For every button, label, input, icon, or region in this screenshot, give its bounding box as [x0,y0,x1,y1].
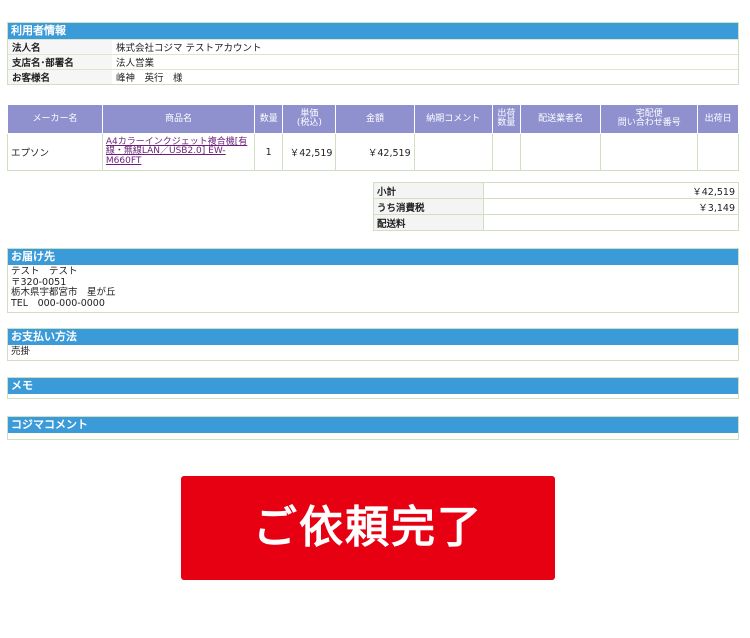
user-info-row: 法人名 株式会社コジマ テストアカウント [8,39,738,55]
totals-row: 配送料 [373,214,739,231]
shipping-fee-value [483,214,739,231]
order-table: メーカー名 商品名 数量 単価 (税込) 金額 納期コメント 出荷 数量 配送業… [7,104,739,171]
memo-body [8,394,738,398]
col-header-delivery-comment: 納期コメント [413,104,493,134]
totals-table: 小計 ￥42,519 うち消費税 ￥3,149 配送料 [373,182,739,231]
payment-title: お支払い方法 [8,329,738,345]
col-header-maker: メーカー名 [7,104,103,134]
delivery-postal-code: 〒320-0051 [11,276,67,288]
kojima-comment-body [8,433,738,439]
branch-value: 法人営業 [112,54,738,70]
col-header-tracking: 宅配便 問い合わせ番号 [600,104,699,134]
amount-cell: ￥42,519 [335,133,415,171]
quantity-cell: 1 [254,133,284,171]
branch-label: 支店名･部署名 [8,54,112,70]
kojima-comment-title: コジマコメント [8,417,738,433]
subtotal-value: ￥42,519 [483,182,739,199]
order-table-header-row: メーカー名 商品名 数量 単価 (税込) 金額 納期コメント 出荷 数量 配送業… [7,104,739,134]
shipped-qty-cell [491,133,521,171]
tax-label: うち消費税 [373,198,484,215]
delivery-address-line: 栃木県宇都宮市 星が丘 [11,287,116,298]
memo-section: メモ [7,377,739,399]
customer-label: お客様名 [8,69,112,84]
memo-title: メモ [8,378,738,394]
tax-value: ￥3,149 [483,198,739,215]
delivery-section: お届け先 テスト テスト 〒320-0051 栃木県宇都宮市 星が丘 TEL 0… [7,248,739,313]
delivery-title: お届け先 [8,249,738,265]
totals-row: 小計 ￥42,519 [373,182,739,199]
user-info-row: お客様名 峰神 英行 様 [8,69,738,84]
col-header-quantity: 数量 [254,104,284,134]
col-header-shipped-qty: 出荷 数量 [491,104,521,134]
subtotal-label: 小計 [373,182,484,199]
payment-method: 売掛 [11,346,31,357]
delivery-name: テスト テスト [11,266,78,277]
maker-cell: エプソン [7,133,103,171]
delivery-comment-cell [413,133,493,171]
company-value: 株式会社コジマ テストアカウント [112,39,738,55]
totals-row: うち消費税 ￥3,149 [373,198,739,215]
carrier-cell [519,133,602,171]
delivery-address: テスト テスト 〒320-0051 栃木県宇都宮市 星が丘 TEL 000-00… [8,265,738,312]
ship-date-cell [697,133,739,171]
kojima-comment-section: コジマコメント [7,416,739,440]
customer-value: 峰神 英行 様 [112,69,738,84]
table-row: エプソン A4カラーインクジェット複合機[有線・無線LAN／USB2.0] EW… [7,133,739,171]
col-header-amount: 金額 [335,104,415,134]
user-info-row: 支店名･部署名 法人営業 [8,54,738,70]
delivery-phone: TEL 000-000-0000 [11,297,105,309]
user-info-section: 利用者情報 法人名 株式会社コジマ テストアカウント 支店名･部署名 法人営業 … [7,22,739,85]
user-info-table: 法人名 株式会社コジマ テストアカウント 支店名･部署名 法人営業 お客様名 峰… [8,39,738,84]
product-link[interactable]: A4カラーインクジェット複合機[有線・無線LAN／USB2.0] EW-M660… [106,137,251,167]
payment-section: お支払い方法 売掛 [7,328,739,361]
col-header-product: 商品名 [101,104,256,134]
col-header-carrier: 配送業者名 [519,104,602,134]
shipping-fee-label: 配送料 [373,214,484,231]
request-complete-button[interactable]: ご依頼完了 [181,476,555,580]
user-info-title: 利用者情報 [8,23,738,39]
product-cell: A4カラーインクジェット複合機[有線・無線LAN／USB2.0] EW-M660… [101,133,256,171]
unit-price-cell: ￥42,519 [282,133,337,171]
tracking-cell [600,133,699,171]
col-header-unit-price: 単価 (税込) [282,104,337,134]
company-label: 法人名 [8,39,112,55]
col-header-ship-date: 出荷日 [697,104,739,134]
